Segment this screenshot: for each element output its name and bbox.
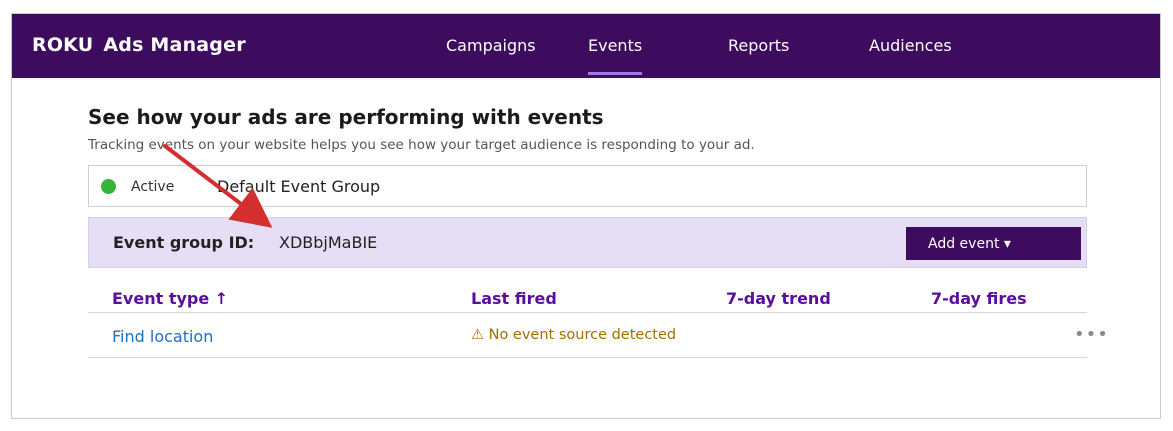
nav-audiences[interactable]: Audiences [869,36,952,55]
status-label: Active [131,179,175,195]
column-header-7-day-trend[interactable]: 7-day trend [726,289,831,308]
table-row: Find location ⚠ No event source detected… [88,314,1108,358]
page-description: Tracking events on your website helps yo… [88,137,755,153]
nav-events-label: Events [588,36,643,55]
roku-logo: ROKU [32,34,94,56]
event-group-id-value: XDBbjMaBIE [279,233,378,252]
nav-events[interactable]: Events [588,36,643,75]
page-title: See how your ads are performing with eve… [88,105,604,129]
app-frame: ROKU Ads Manager Campaigns Events Reports… [11,13,1161,419]
top-navigation-bar: ROKU Ads Manager Campaigns Events Reports… [12,14,1160,78]
app-title: Ads Manager [103,34,246,56]
events-table-header: Event type ↑ Last fired 7-day trend 7-da… [88,287,1087,313]
column-header-7-day-fires[interactable]: 7-day fires [931,289,1027,308]
column-header-event-type[interactable]: Event type ↑ [112,289,228,308]
event-group-selector[interactable]: Active Default Event Group [88,165,1087,207]
column-header-last-fired[interactable]: Last fired [471,289,557,308]
add-event-button[interactable]: Add event ▾ [906,227,1081,260]
more-options-icon[interactable]: ••• [1074,324,1109,345]
nav-campaigns[interactable]: Campaigns [446,36,536,55]
active-tab-indicator [588,72,643,75]
event-group-name: Default Event Group [217,177,381,196]
event-type-link[interactable]: Find location [112,327,213,346]
event-group-header: Event group ID: XDBbjMaBIE Add event ▾ [88,217,1087,268]
green-dot-icon [101,179,116,194]
brand[interactable]: ROKU Ads Manager [32,34,246,56]
nav-reports[interactable]: Reports [728,36,789,55]
event-group-id-label: Event group ID: [113,233,255,252]
last-fired-warning: ⚠ No event source detected [471,327,677,343]
